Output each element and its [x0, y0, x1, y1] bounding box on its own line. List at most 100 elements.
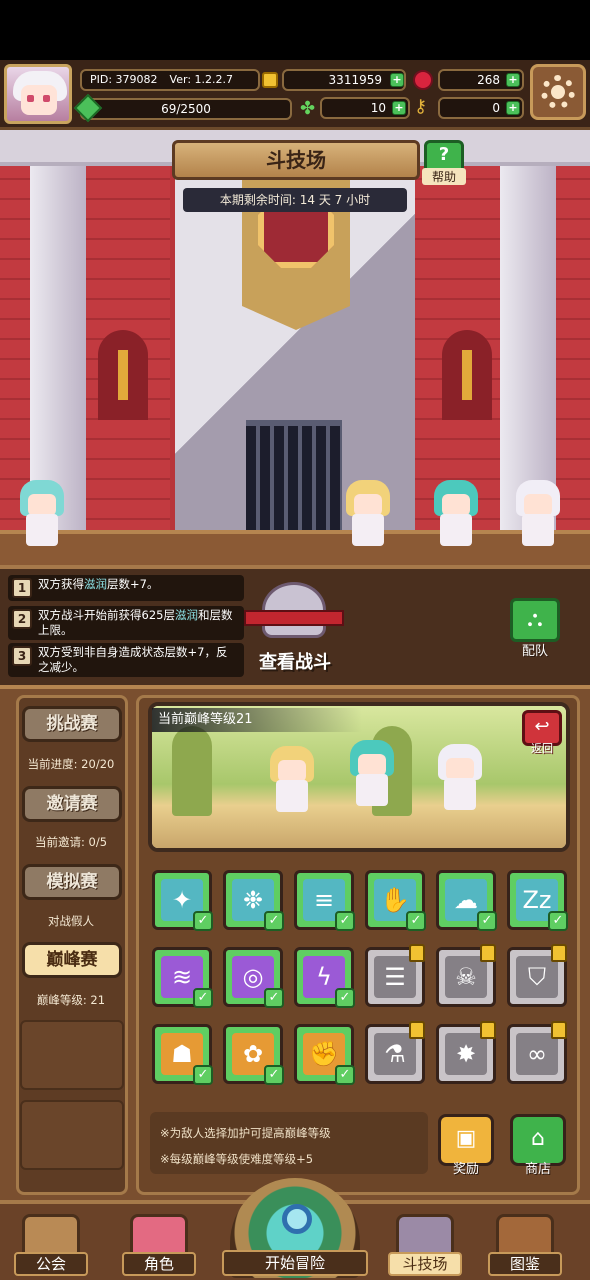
team-character-teal — [426, 480, 486, 550]
shield-icon: ⛉ — [516, 956, 558, 998]
note-line: ※每级巅峰等级使难度等级+5 — [160, 1152, 314, 1166]
return-arrow-icon: ↩ — [534, 716, 550, 737]
checkmark-icon: ✓ — [335, 1065, 355, 1085]
add-key-button[interactable]: + — [506, 101, 520, 115]
help-icon: ? — [438, 144, 450, 165]
blessing-slot[interactable]: ϟ ✓ — [294, 947, 355, 1008]
blessing-slot[interactable]: ✦ ✓ — [152, 870, 213, 931]
nav-codex-label: 图鉴 — [488, 1252, 562, 1276]
sword-emblem-icon — [118, 350, 128, 400]
lock-icon — [480, 1021, 496, 1039]
blessing-slot[interactable]: ☗ ✓ — [152, 1024, 213, 1085]
season-timer: 本期剩余时间: 14 天 7 小时 — [183, 188, 407, 212]
burst-icon: ✸ — [445, 1033, 487, 1075]
gold-value: 3311959 — [328, 73, 382, 87]
checkmark-icon: ✓ — [193, 1065, 213, 1085]
checkmark-icon: ✓ — [264, 1065, 284, 1085]
blessing-slot[interactable]: ⛉ — [507, 944, 567, 1007]
gold-counter: 3311959 — [282, 69, 406, 91]
add-gold-button[interactable]: + — [390, 73, 404, 87]
nav-guild[interactable]: 公会 — [14, 1210, 88, 1280]
reward-label: 奖励 — [452, 1162, 479, 1177]
blessing-slot[interactable]: ☁ ✓ — [436, 870, 497, 931]
note-line: ※为敌人选择加护可提高巅峰等级 — [160, 1126, 331, 1140]
team-character-angel — [508, 480, 568, 550]
checkmark-icon: ✓ — [264, 988, 284, 1008]
preview-character-angel — [430, 744, 490, 814]
blessing-slot[interactable]: Zz ✓ — [507, 870, 568, 931]
shop-label: 商店 — [524, 1162, 551, 1177]
team-setup-label: 配队 — [521, 644, 548, 659]
checkmark-icon: ✓ — [264, 911, 284, 931]
clover-icon: ✤ — [300, 98, 316, 119]
blessing-slot[interactable]: ❉ ✓ — [223, 870, 284, 931]
checkmark-icon: ✓ — [193, 911, 213, 931]
settings-button[interactable] — [530, 64, 586, 120]
rule-item: 3 双方受到非自身造成状态层数+7，反之减少。 — [8, 643, 244, 677]
nav-character-label: 角色 — [122, 1252, 196, 1276]
blessing-slot[interactable]: ⚗ — [365, 1021, 425, 1084]
checkmark-icon: ✓ — [193, 988, 213, 1008]
nav-arena[interactable]: 斗技场 — [388, 1210, 462, 1280]
view-battle-label[interactable]: 查看战斗 — [240, 648, 350, 674]
add-gem-button[interactable]: + — [506, 73, 520, 87]
peak-level-title: 当前巅峰等级21 — [152, 708, 362, 732]
blessing-slot[interactable]: ☰ — [365, 944, 425, 1007]
infinity-icon: ∞ — [516, 1033, 558, 1075]
view-battle-button[interactable] — [244, 582, 344, 652]
lock-icon — [409, 944, 425, 962]
invitational-count: 当前邀请: 0/5 — [34, 835, 108, 849]
start-adventure-button[interactable]: 开始冒险 — [222, 1178, 368, 1280]
team-character-blonde — [338, 480, 398, 550]
empty-mode-slot — [20, 1020, 124, 1090]
blessing-slot[interactable]: ☠ — [436, 944, 496, 1007]
key-icon: ⚷ — [414, 96, 428, 117]
blessing-slot[interactable]: ∞ — [507, 1021, 567, 1084]
mode-invitational-button[interactable]: 邀请赛 — [22, 786, 122, 822]
ruby-gem-icon — [413, 70, 433, 90]
blessing-slot[interactable]: ✋ ✓ — [365, 870, 426, 931]
nav-codex[interactable]: 图鉴 — [488, 1210, 562, 1280]
rule-number: 3 — [12, 646, 32, 666]
nav-character[interactable]: 角色 — [122, 1210, 196, 1280]
peak-level-info: 巅峰等级: 21 — [36, 993, 106, 1007]
game-version: Ver: 1.2.2.7 — [169, 73, 234, 86]
mode-peak-button[interactable]: 巅峰赛 — [22, 942, 122, 978]
mode-simulation-button[interactable]: 模拟赛 — [22, 864, 122, 900]
blessing-slot[interactable]: ✊ ✓ — [294, 1024, 355, 1085]
nav-arena-label: 斗技场 — [388, 1252, 462, 1276]
challenge-progress: 当前进度: 20/20 — [27, 757, 115, 771]
checkmark-icon: ✓ — [477, 911, 497, 931]
checkmark-icon: ✓ — [406, 911, 426, 931]
add-clover-button[interactable]: + — [392, 101, 406, 115]
blessing-slot[interactable]: ≋ ✓ — [152, 947, 213, 1008]
clover-value: 10 — [370, 101, 386, 115]
nav-guild-label: 公会 — [14, 1252, 88, 1276]
status-bar-area — [0, 0, 590, 60]
team-setup-button[interactable]: ⛬ — [510, 598, 560, 642]
blessing-slot[interactable]: ≡ ✓ — [294, 870, 355, 931]
pid-version-bar: PID: 379082 Ver: 1.2.2.7 — [80, 69, 260, 91]
shop-icon: ⌂ — [531, 1126, 545, 1151]
peak-notes: ※为敌人选择加护可提高巅峰等级 ※每级巅峰等级使难度等级+5 — [150, 1112, 428, 1174]
player-avatar[interactable] — [4, 64, 72, 124]
mode-challenge-button[interactable]: 挑战赛 — [22, 706, 122, 742]
preview-character-blonde — [262, 746, 322, 816]
blessing-slot[interactable]: ✸ — [436, 1021, 496, 1084]
simulation-info: 对战假人 — [48, 914, 94, 928]
chest-icon: ▣ — [455, 1126, 477, 1151]
blessing-slot[interactable]: ◎ ✓ — [223, 947, 284, 1008]
lock-icon — [551, 944, 567, 962]
start-adventure-label: 开始冒险 — [222, 1250, 368, 1276]
arena-title: 斗技场 — [172, 140, 420, 180]
gold-coin-icon — [262, 72, 278, 88]
checkmark-icon: ✓ — [335, 988, 355, 1008]
empty-mode-slot — [20, 1100, 124, 1170]
blessing-slot[interactable]: ✿ ✓ — [223, 1024, 284, 1085]
flask-icon: ⚗ — [374, 1033, 416, 1075]
magnifier-icon — [282, 1204, 312, 1234]
rule-item: 2 双方战斗开始前获得625层滋润和层数上限。 — [8, 606, 244, 640]
exp-bar: 69/2500 — [80, 98, 292, 120]
lock-icon — [551, 1021, 567, 1039]
rule-item: 1 双方获得滋润层数+7。 — [8, 575, 244, 601]
